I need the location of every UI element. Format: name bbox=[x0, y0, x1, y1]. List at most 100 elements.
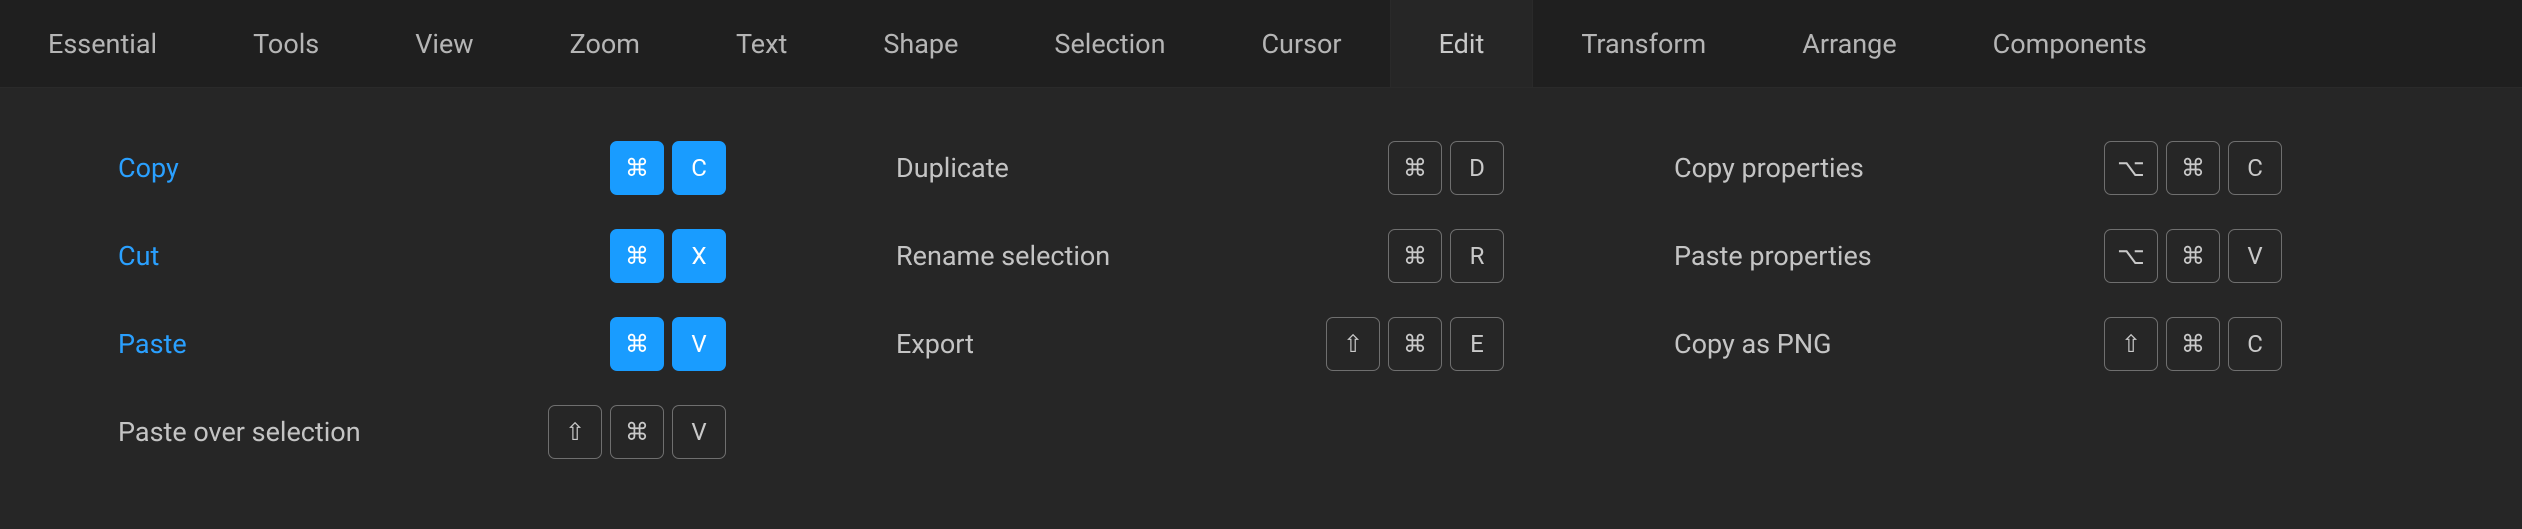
shift-key-icon: ⇧ bbox=[2104, 317, 2158, 371]
letter-key-label: R bbox=[1470, 244, 1485, 268]
shortcut-keys: ⌥ ⌘ C bbox=[2104, 141, 2282, 195]
tab-label: Cursor bbox=[1261, 28, 1341, 60]
cmd-key-icon: ⌘ bbox=[610, 317, 664, 371]
letter-key: V bbox=[672, 405, 726, 459]
tab-label: Tools bbox=[253, 28, 319, 60]
shortcut-label: Duplicate bbox=[896, 152, 1009, 184]
cmd-key-icon: ⌘ bbox=[1388, 141, 1442, 195]
tab-transform[interactable]: Transform bbox=[1533, 0, 1754, 87]
cmd-glyph-icon: ⌘ bbox=[625, 420, 649, 444]
shortcut-row-rename-selection[interactable]: Rename selection⌘R bbox=[896, 212, 1504, 300]
shortcut-row-duplicate[interactable]: Duplicate⌘D bbox=[896, 124, 1504, 212]
shortcut-keys: ⇧ ⌘ E bbox=[1326, 317, 1504, 371]
letter-key-label: C bbox=[691, 156, 707, 180]
option-glyph-icon: ⌥ bbox=[2117, 244, 2145, 268]
shortcut-row-paste[interactable]: Paste⌘V bbox=[118, 300, 726, 388]
tab-label: Components bbox=[1993, 28, 2147, 60]
cmd-glyph-icon: ⌘ bbox=[625, 156, 649, 180]
cmd-glyph-icon: ⌘ bbox=[1403, 156, 1427, 180]
shortcut-row-export[interactable]: Export⇧⌘E bbox=[896, 300, 1504, 388]
shortcut-label: Copy as PNG bbox=[1674, 328, 1831, 360]
cmd-key-icon: ⌘ bbox=[610, 405, 664, 459]
option-key-icon: ⌥ bbox=[2104, 141, 2158, 195]
letter-key: C bbox=[2228, 141, 2282, 195]
shortcut-keys: ⌥ ⌘ V bbox=[2104, 229, 2282, 283]
tab-tools[interactable]: Tools bbox=[205, 0, 367, 87]
tab-cursor[interactable]: Cursor bbox=[1213, 0, 1389, 87]
shortcut-keys: ⌘V bbox=[610, 317, 726, 371]
letter-key: V bbox=[672, 317, 726, 371]
tab-label: Arrange bbox=[1802, 28, 1896, 60]
cmd-glyph-icon: ⌘ bbox=[625, 244, 649, 268]
letter-key: C bbox=[2228, 317, 2282, 371]
tab-label: Zoom bbox=[570, 28, 640, 60]
cmd-key-icon: ⌘ bbox=[1388, 229, 1442, 283]
shortcut-keys: ⌘D bbox=[1388, 141, 1504, 195]
letter-key: R bbox=[1450, 229, 1504, 283]
shortcut-keys: ⇧ ⌘ C bbox=[2104, 317, 2282, 371]
tab-shape[interactable]: Shape bbox=[835, 0, 1006, 87]
shortcut-tabbar: Essential Tools View Zoom Text Shape Selection… bbox=[0, 0, 2522, 88]
tab-components[interactable]: Components bbox=[1945, 0, 2195, 87]
tab-essential[interactable]: Essential bbox=[0, 0, 205, 87]
shift-key-icon: ⇧ bbox=[1326, 317, 1380, 371]
shortcut-row-copy-properties[interactable]: Copy properties ⌥ ⌘ C bbox=[1674, 124, 2282, 212]
shortcut-row-paste-properties[interactable]: Paste properties⌥⌘V bbox=[1674, 212, 2282, 300]
shortcut-label: Paste bbox=[118, 328, 187, 360]
cmd-key-icon: ⌘ bbox=[610, 229, 664, 283]
shift-glyph-icon: ⇧ bbox=[1343, 332, 1363, 356]
shortcut-row-cut[interactable]: Cut⌘X bbox=[118, 212, 726, 300]
shift-key-icon: ⇧ bbox=[548, 405, 602, 459]
cmd-key-icon: ⌘ bbox=[2166, 317, 2220, 371]
letter-key-label: D bbox=[1469, 156, 1485, 180]
shortcut-row-copy-as-png[interactable]: Copy as PNG ⇧ ⌘ C bbox=[1674, 300, 2282, 388]
cmd-key-icon: ⌘ bbox=[2166, 229, 2220, 283]
letter-key: E bbox=[1450, 317, 1504, 371]
shift-glyph-icon: ⇧ bbox=[2121, 332, 2141, 356]
shortcut-keys: ⌘X bbox=[610, 229, 726, 283]
shortcut-column: Copy properties⌥⌘CPaste properties⌥⌘VCop… bbox=[1556, 124, 2334, 476]
letter-key-label: V bbox=[691, 420, 706, 444]
shortcut-label: Paste over selection bbox=[118, 416, 361, 448]
shift-glyph-icon: ⇧ bbox=[565, 420, 585, 444]
letter-key-label: C bbox=[2247, 156, 2263, 180]
option-glyph-icon: ⌥ bbox=[2117, 156, 2145, 180]
letter-key: X bbox=[672, 229, 726, 283]
cmd-glyph-icon: ⌘ bbox=[2181, 332, 2205, 356]
tab-label: Text bbox=[736, 28, 787, 60]
cmd-glyph-icon: ⌘ bbox=[2181, 156, 2205, 180]
shortcut-label: Cut bbox=[118, 240, 159, 272]
shortcut-panel: Copy⌘CCut⌘XPaste⌘VPaste over selection⇧⌘… bbox=[0, 88, 2522, 476]
tab-zoom[interactable]: Zoom bbox=[522, 0, 688, 87]
cmd-glyph-icon: ⌘ bbox=[1403, 244, 1427, 268]
tab-label: Shape bbox=[883, 28, 958, 60]
tab-edit[interactable]: Edit bbox=[1390, 0, 1534, 87]
tab-view[interactable]: View bbox=[367, 0, 521, 87]
tab-arrange[interactable]: Arrange bbox=[1754, 0, 1944, 87]
letter-key: V bbox=[2228, 229, 2282, 283]
cmd-glyph-icon: ⌘ bbox=[1403, 332, 1427, 356]
tab-selection[interactable]: Selection bbox=[1006, 0, 1213, 87]
shortcut-column: Copy⌘CCut⌘XPaste⌘VPaste over selection⇧⌘… bbox=[0, 124, 778, 476]
letter-key-label: X bbox=[691, 244, 706, 268]
tab-label: Essential bbox=[48, 28, 157, 60]
letter-key: C bbox=[672, 141, 726, 195]
letter-key: D bbox=[1450, 141, 1504, 195]
shortcut-row-copy[interactable]: Copy⌘C bbox=[118, 124, 726, 212]
cmd-key-icon: ⌘ bbox=[610, 141, 664, 195]
cmd-glyph-icon: ⌘ bbox=[2181, 244, 2205, 268]
shortcut-column: Duplicate⌘DRename selection⌘RExport⇧⌘E bbox=[778, 124, 1556, 476]
cmd-key-icon: ⌘ bbox=[2166, 141, 2220, 195]
tab-text[interactable]: Text bbox=[688, 0, 835, 87]
letter-key-label: C bbox=[2247, 332, 2263, 356]
shortcut-row-paste-over-selection[interactable]: Paste over selection ⇧ ⌘ V bbox=[118, 388, 726, 476]
shortcut-keys: ⇧ ⌘ V bbox=[548, 405, 726, 459]
cmd-key-icon: ⌘ bbox=[1388, 317, 1442, 371]
shortcut-label: Rename selection bbox=[896, 240, 1110, 272]
letter-key-label: E bbox=[1470, 332, 1484, 356]
shortcut-label: Copy properties bbox=[1674, 152, 1864, 184]
tab-label: Edit bbox=[1439, 28, 1485, 60]
shortcut-keys: ⌘R bbox=[1388, 229, 1504, 283]
tab-label: Selection bbox=[1054, 28, 1165, 60]
letter-key-label: V bbox=[691, 332, 706, 356]
